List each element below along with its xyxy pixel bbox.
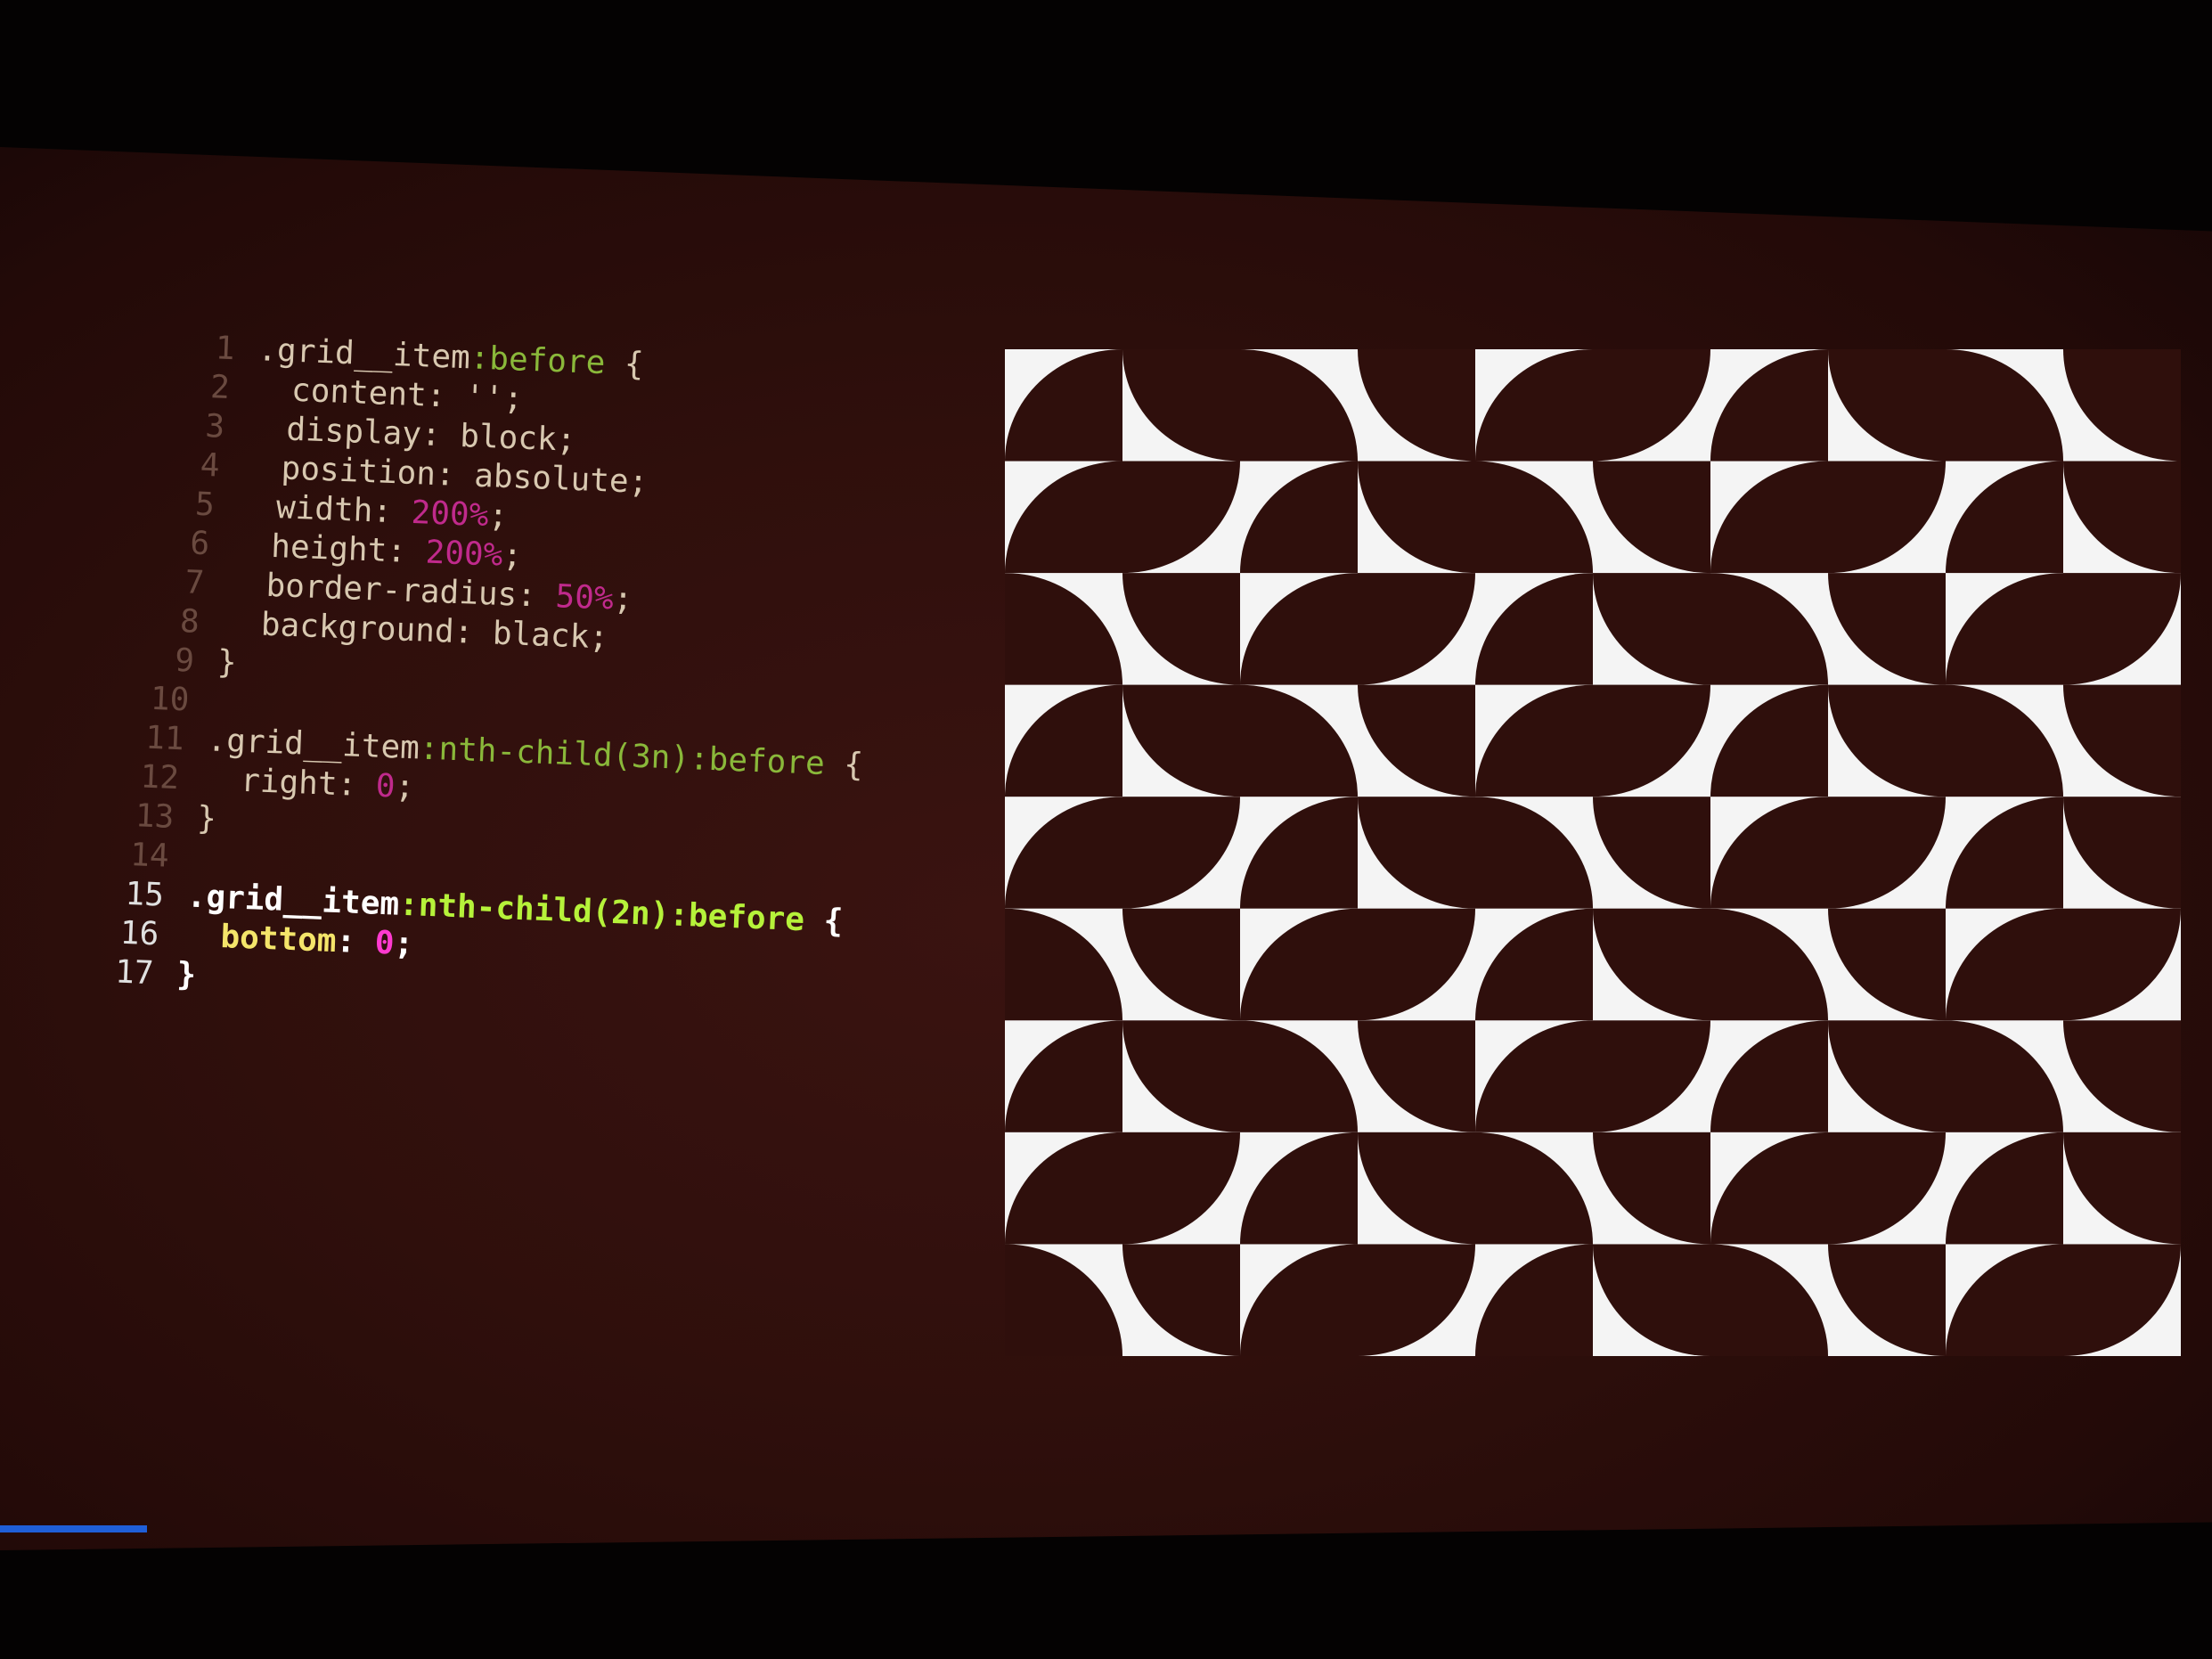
- css-number: 0: [373, 924, 396, 962]
- css-value: black: [492, 615, 590, 656]
- projector-photo: 1 .grid__item:before { 2 content: ''; 3 d…: [0, 0, 2212, 1659]
- css-pseudo: :nth-child(2n):before: [398, 886, 805, 939]
- semicolon: ;: [394, 768, 416, 806]
- css-property: background: [260, 606, 455, 650]
- slide-progress-bar: [0, 1525, 147, 1532]
- close-brace: }: [196, 799, 217, 838]
- css-pseudo: :nth-child(3n):before: [419, 730, 826, 782]
- close-brace: }: [216, 643, 238, 682]
- code-editor: 1 .grid__item:before { 2 content: ''; 3 d…: [0, 285, 961, 1124]
- close-brace: }: [175, 956, 197, 994]
- semicolon: ;: [627, 463, 649, 502]
- css-number: 0: [375, 767, 396, 805]
- semicolon: ;: [612, 580, 634, 618]
- css-property: bottom: [219, 919, 338, 960]
- css-property: right: [240, 762, 339, 803]
- semicolon: ;: [393, 925, 414, 963]
- open-brace: {: [804, 902, 845, 940]
- semicolon: ;: [588, 618, 609, 657]
- quarter-circle-pattern: [1005, 349, 2181, 1356]
- line-number: 17: [114, 953, 155, 993]
- open-brace: {: [604, 345, 645, 383]
- open-brace: {: [823, 745, 864, 784]
- css-pattern-preview: [1005, 349, 2181, 1356]
